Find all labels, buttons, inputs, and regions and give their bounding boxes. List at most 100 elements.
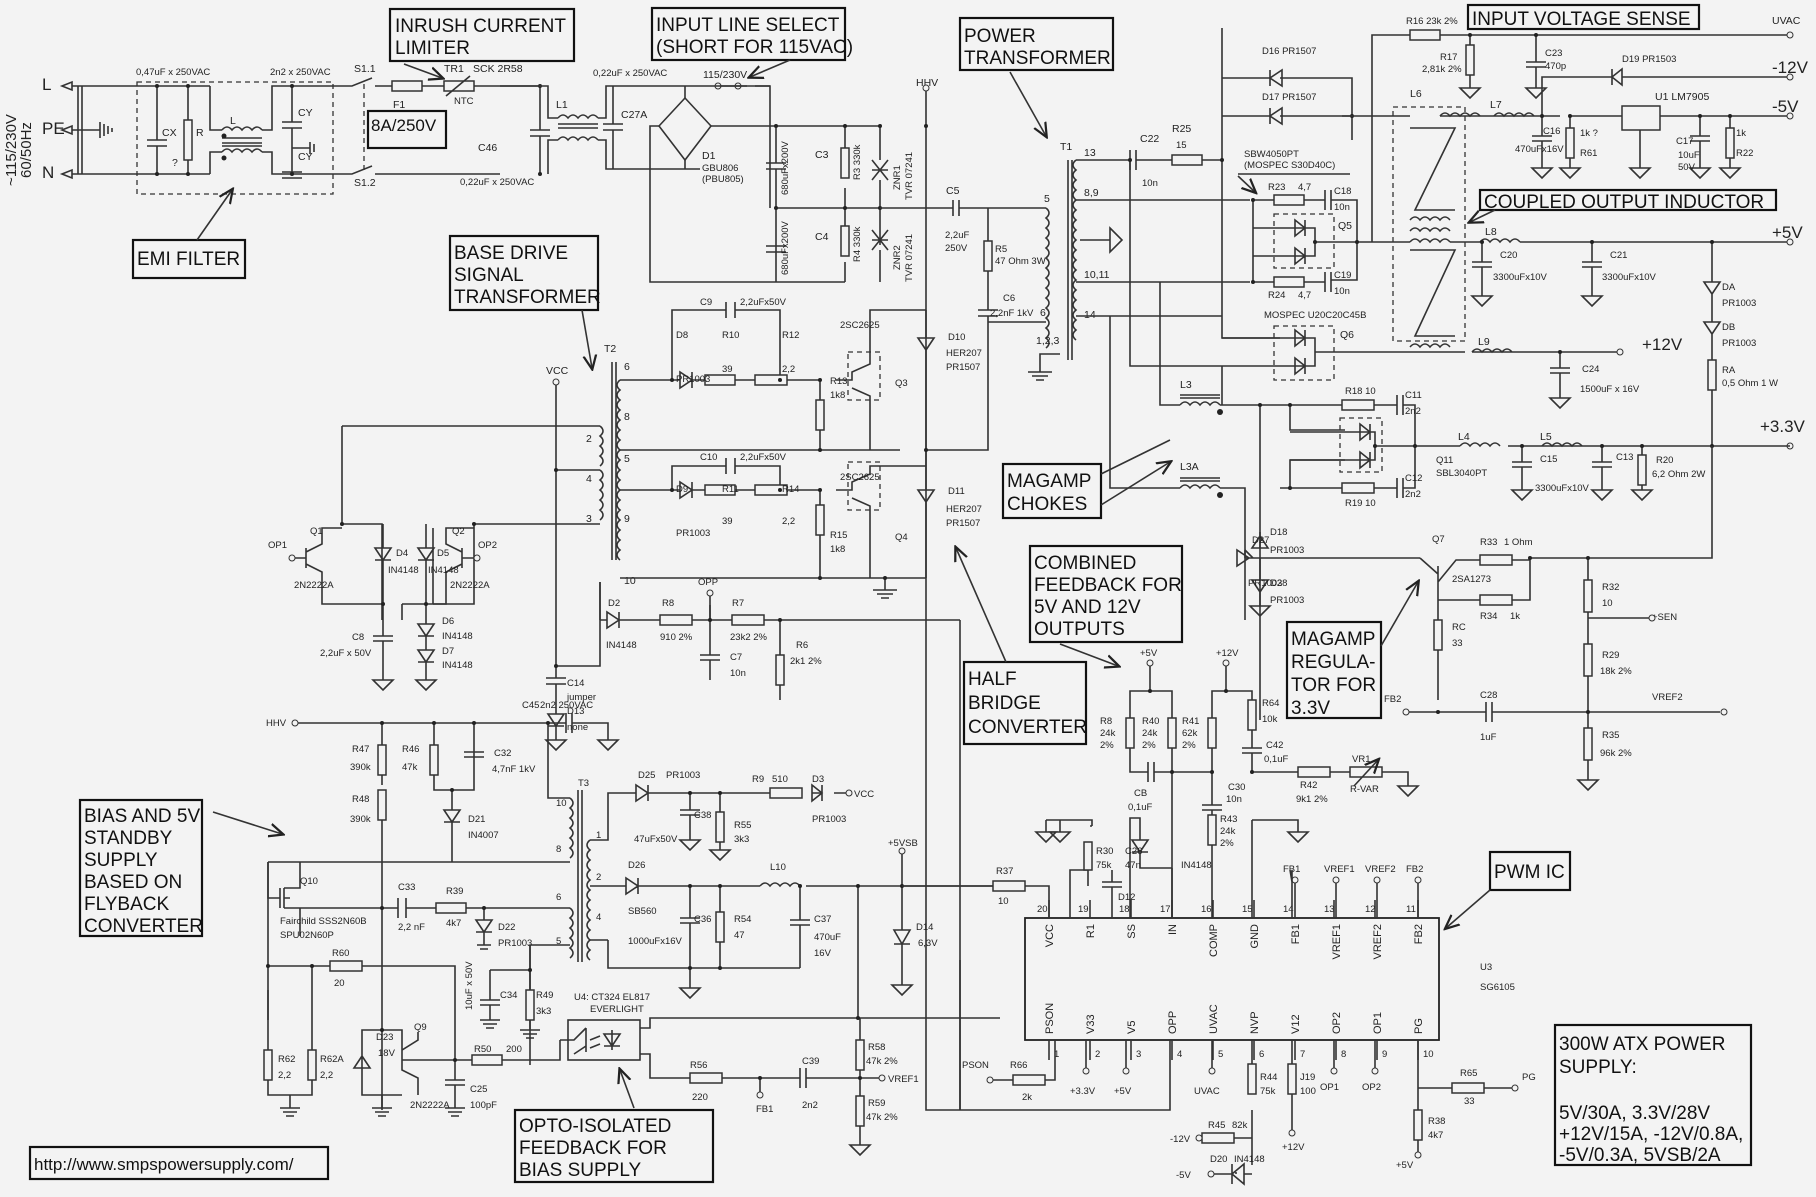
q4-label: Q4 [895, 532, 908, 543]
cy1-label: CY [298, 107, 313, 119]
ntc-label: NTC [454, 96, 474, 107]
r34-value: 1k [1510, 611, 1520, 622]
resistor-r25 [1171, 154, 1203, 166]
q6-part-number: MOSPEC U20C20C45B [1264, 310, 1366, 321]
d1-label: D1 [702, 150, 716, 162]
r49-label: R49 [536, 990, 553, 1001]
svg-text:5V/30A, 3.3V/28V: 5V/30A, 3.3V/28V [1559, 1103, 1710, 1124]
db-label: DB [1722, 322, 1735, 333]
t2-pin-3: 3 [586, 513, 592, 525]
terminal-pe-label: PE [42, 119, 65, 138]
r61-value: 1k ? [1580, 128, 1598, 139]
resistor-r6 [775, 654, 785, 686]
ra-label: RA [1722, 365, 1736, 376]
c26-value: 47n [1125, 860, 1141, 871]
r11-value: 39 [722, 516, 733, 527]
c46-value: 0,22uF x 250VAC [460, 177, 534, 188]
c17-label: C17 [1676, 136, 1693, 147]
l3a-label: L3A [1180, 461, 1199, 473]
d22-value: PR1003 [498, 938, 532, 949]
terminal-l-label: L [42, 75, 51, 94]
d5-label: D5 [437, 548, 449, 559]
r49-value: 3k3 [536, 1006, 551, 1017]
svg-text:INPUT LINE SELECT: INPUT LINE SELECT [656, 15, 840, 36]
resistor-r54 [715, 911, 725, 943]
d14-value: 6,3V [918, 938, 938, 949]
svg-text:FEEDBACK FOR: FEEDBACK FOR [1034, 575, 1182, 596]
common-mode-choke-l [209, 85, 335, 175]
pwm-fb2-ext-label: FB2 [1406, 864, 1423, 875]
annotation-bias-supply: BIAS AND 5V STANDBY SUPPLY BASED ON FLYB… [78, 798, 204, 938]
resistor-r45 [1201, 1132, 1235, 1144]
fuse-f1 [391, 80, 423, 92]
annotation-half-bridge-converter: HALF BRIDGE CONVERTER [962, 660, 1088, 746]
annotation-input-voltage-sense: INPUT VOLTAGE SENSE [1466, 3, 1701, 31]
resistor-r48 [377, 789, 387, 821]
r19-label: R19 10 [1345, 498, 1376, 509]
pwm-ic-u3[interactable]: 20VCC19R118SS17IN16COMP15GND14FB113VREF1… [902, 817, 1536, 1186]
r33-value: 1 Ohm [1504, 537, 1533, 548]
r9-value: 510 [772, 774, 788, 785]
u4-value: EVERLIGHT [590, 1004, 644, 1015]
u3-label: U3 [1480, 962, 1492, 973]
c14-label: C14 [567, 678, 584, 689]
input-choke-and-rectifier: L1 0,22uF x 250VAC C27A D1 GBU806 (PBU80… [500, 68, 960, 1111]
c3-value: 680uFx200V [780, 140, 791, 195]
pg-label: PG [1522, 1072, 1536, 1083]
svg-text:300W ATX POWER: 300W ATX POWER [1559, 1034, 1725, 1055]
coupled-inductor-core-icon [1410, 127, 1457, 337]
c19-label: C19 [1334, 270, 1351, 281]
c45-label: C45 [522, 700, 539, 711]
r9-label: R9 [752, 774, 764, 785]
j19-value: 100 [1300, 1086, 1316, 1097]
d9-value: PR1003 [676, 528, 710, 539]
q10-part2: SPU02N60P [280, 930, 334, 941]
c22-value: 10n [1142, 178, 1158, 189]
r66-label: R66 [1010, 1060, 1027, 1071]
c28-label: C28 [1480, 690, 1497, 701]
pwm-vref1-terminal [1332, 876, 1340, 884]
pwm-pin-8-name: OP2 [1331, 1012, 1343, 1034]
cb-label: CB [1134, 788, 1147, 799]
t2-pin-10: 10 [624, 575, 636, 587]
c21-value: 3300uFx10V [1602, 272, 1657, 283]
annotation-input-line-select: INPUT LINE SELECT (SHORT FOR 115VAC) [650, 6, 853, 62]
r12-value: 2,2 [782, 364, 795, 375]
pin-op1-label: OP1 [1320, 1082, 1339, 1093]
svg-text:OPTO-ISOLATED: OPTO-ISOLATED [519, 1116, 671, 1137]
pwm-pin-1-name: PSON [1044, 1003, 1056, 1034]
znr2-value: TVR 07241 [904, 234, 915, 282]
c4-value: 680uFx200V [780, 220, 791, 275]
d2-value: IN4148 [606, 640, 637, 651]
r42-value: 9k1 2% [1296, 794, 1328, 805]
u4-label: U4: CT324 EL817 [574, 992, 650, 1003]
resistor-r56 [689, 1072, 723, 1084]
svg-text:FEEDBACK FOR: FEEDBACK FOR [519, 1138, 667, 1159]
resistor-r12 [754, 374, 788, 386]
c9-label: C9 [700, 297, 712, 308]
pwm-pin-3-name: V5 [1126, 1021, 1138, 1034]
annotation-specs: 300W ATX POWER SUPPLY: 5V/30A, 3.3V/28V … [1553, 1023, 1753, 1167]
q6-package [1273, 325, 1335, 381]
c8-value: 2,2uF x 50V [320, 648, 372, 659]
c23-value: 470p [1545, 61, 1566, 72]
source-url[interactable]: http://www.smpspowersupply.com/ [28, 1145, 330, 1181]
t3-pin-2: 2 [596, 872, 601, 883]
r41-value2: 2% [1182, 740, 1196, 751]
d9-label: D9 [676, 484, 688, 495]
q6-dual-diode [1222, 328, 1415, 376]
pwm-vref2-ext-label: VREF2 [1365, 864, 1396, 875]
c8-d6-d7 [371, 604, 438, 692]
rc-value: 33 [1452, 638, 1463, 649]
svg-text:TRANSFORMER: TRANSFORMER [964, 48, 1111, 69]
svg-text:STANDBY: STANDBY [84, 828, 173, 849]
c9-value: 2,2uFx50V [740, 297, 787, 308]
q5-label: Q5 [1338, 220, 1352, 232]
da-label: DA [1722, 282, 1736, 293]
d4-value: IN4148 [388, 565, 419, 576]
r64-label: R64 [1262, 698, 1279, 709]
pwm-pin-11-name: FB2 [1413, 924, 1425, 944]
resistor-r38 [1413, 1109, 1423, 1141]
regulator-u1 [1621, 105, 1661, 131]
pwm-pin-10-name: PG [1413, 1018, 1425, 1034]
